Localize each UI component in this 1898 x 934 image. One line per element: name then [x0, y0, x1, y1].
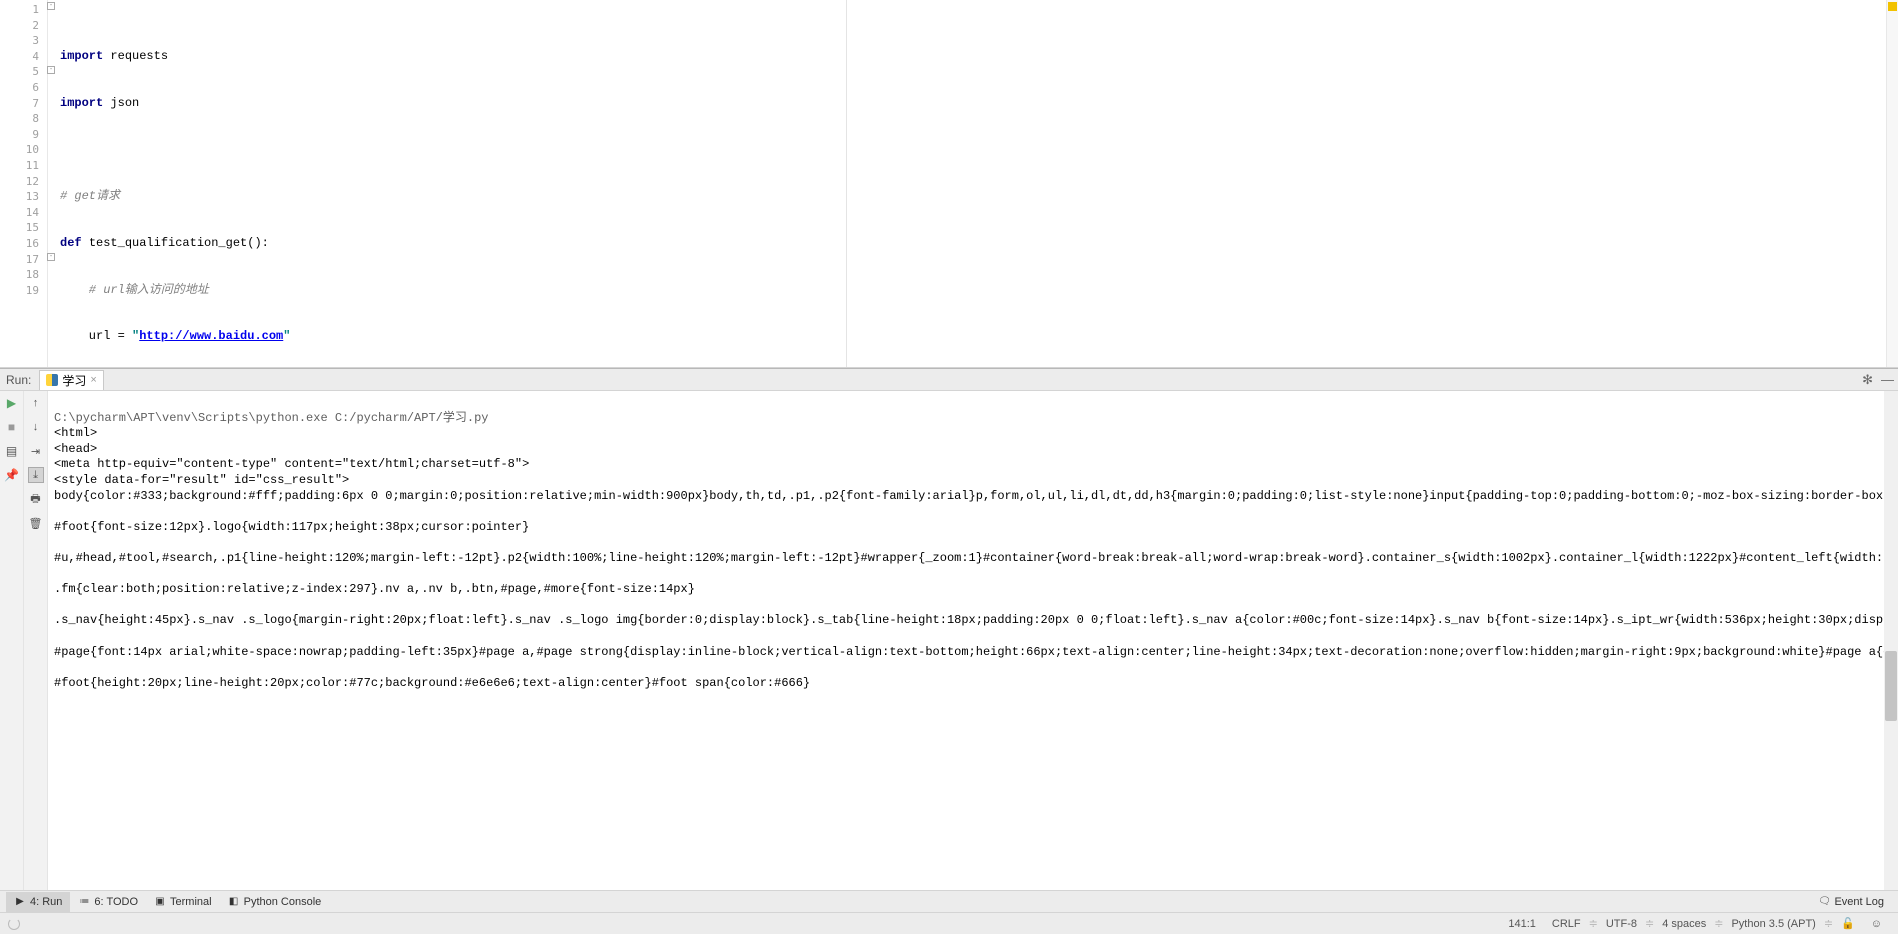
run-label: Run: — [6, 373, 31, 387]
line-number: 2 — [0, 18, 39, 34]
run-tab-name: 学习 — [62, 372, 86, 389]
run-side-toolbar-left: ▶ ■ ▤ 📌 — [0, 391, 24, 890]
run-tool-button[interactable]: ▶ 4: Run — [6, 892, 70, 912]
print-icon[interactable]: 🖶 — [28, 491, 44, 507]
close-icon[interactable]: × — [90, 374, 96, 386]
line-separator[interactable]: CRLF — [1552, 918, 1581, 930]
line-number: 6 — [0, 80, 39, 96]
line-number: 9 — [0, 127, 39, 143]
terminal-icon: ▣ — [154, 896, 166, 908]
settings-icon[interactable]: ✻ — [1862, 372, 1873, 388]
line-number: 8 — [0, 111, 39, 127]
clear-icon[interactable]: 🗑 — [28, 515, 44, 531]
console-scrollbar[interactable] — [1884, 391, 1898, 890]
fold-marker[interactable]: - — [47, 2, 55, 10]
up-icon[interactable]: ↑ — [28, 395, 44, 411]
event-log-icon: 🗨 — [1818, 896, 1830, 908]
scroll-to-end-icon[interactable]: ⤓ — [28, 467, 44, 483]
line-number: 14 — [0, 205, 39, 221]
python-console-icon: ◧ — [228, 896, 240, 908]
line-number: 7 — [0, 96, 39, 112]
indent-setting[interactable]: 4 spaces — [1662, 918, 1706, 930]
wrap-icon[interactable]: ⇥ — [28, 443, 44, 459]
line-number: 10 — [0, 142, 39, 158]
line-number: 11 — [0, 158, 39, 174]
fold-column: - - - — [48, 0, 56, 367]
run-tool-window: Run: 学习 × ✻ — ▶ ■ ▤ 📌 ↑ ↓ ⇥ ⤓ 🖶 — [0, 368, 1898, 890]
run-side-toolbar-right: ↑ ↓ ⇥ ⤓ 🖶 🗑 — [24, 391, 48, 890]
progress-spinner-icon — [8, 918, 20, 930]
line-number: 4 — [0, 49, 39, 65]
code-editor[interactable]: import requests import json # get请求 def … — [56, 0, 1886, 367]
console-output[interactable]: C:\pycharm\APT\venv\Scripts\python.exe C… — [48, 391, 1898, 890]
down-icon[interactable]: ↓ — [28, 419, 44, 435]
layout-icon[interactable]: ▤ — [4, 443, 20, 459]
tool-window-bar: ▶ 4: Run ≔ 6: TODO ▣ Terminal ◧ Python C… — [0, 890, 1898, 912]
stop-icon[interactable]: ■ — [4, 419, 20, 435]
line-number: 19 — [0, 283, 39, 299]
python-interpreter[interactable]: Python 3.5 (APT) — [1731, 918, 1815, 930]
python-console-tool-button[interactable]: ◧ Python Console — [220, 892, 330, 912]
python-icon — [46, 374, 58, 386]
pin-icon[interactable]: 📌 — [4, 467, 20, 483]
line-number-gutter: 1 2 3 4 5 6 7 8 9 10 11 12 13 14 15 16 ▶… — [0, 0, 48, 367]
editor-area: 1 2 3 4 5 6 7 8 9 10 11 12 13 14 15 16 ▶… — [0, 0, 1898, 368]
line-number: 3 — [0, 33, 39, 49]
rerun-icon[interactable]: ▶ — [4, 395, 20, 411]
lock-icon[interactable]: 🔓 — [1841, 917, 1855, 930]
run-icon: ▶ — [14, 896, 26, 908]
error-stripe[interactable] — [1886, 0, 1898, 367]
fold-marker[interactable]: - — [47, 66, 55, 74]
scrollbar-thumb[interactable] — [1885, 651, 1897, 721]
right-margin-line — [846, 0, 847, 367]
event-log-button[interactable]: 🗨 Event Log — [1810, 892, 1892, 912]
line-number: ▶17 — [0, 252, 39, 268]
cursor-position[interactable]: 141:1 — [1508, 918, 1536, 930]
hector-icon[interactable]: ☺ — [1871, 918, 1882, 930]
run-tab[interactable]: 学习 × — [39, 370, 103, 390]
terminal-tool-button[interactable]: ▣ Terminal — [146, 892, 220, 912]
line-number: 18 — [0, 267, 39, 283]
file-encoding[interactable]: UTF-8 — [1606, 918, 1637, 930]
line-number: 15 — [0, 220, 39, 236]
minimize-icon[interactable]: — — [1881, 372, 1894, 387]
line-number: 12 — [0, 174, 39, 190]
todo-icon: ≔ — [78, 896, 90, 908]
status-bar: 141:1 CRLF ≑ UTF-8 ≑ 4 spaces ≑ Python 3… — [0, 912, 1898, 934]
line-number: 13 — [0, 189, 39, 205]
line-number: 5 — [0, 64, 39, 80]
todo-tool-button[interactable]: ≔ 6: TODO — [70, 892, 146, 912]
run-header: Run: 学习 × ✻ — — [0, 369, 1898, 391]
fold-marker[interactable]: - — [47, 253, 55, 261]
line-number: 16 — [0, 236, 39, 252]
warning-marker[interactable] — [1888, 2, 1897, 11]
line-number: 1 — [0, 2, 39, 18]
